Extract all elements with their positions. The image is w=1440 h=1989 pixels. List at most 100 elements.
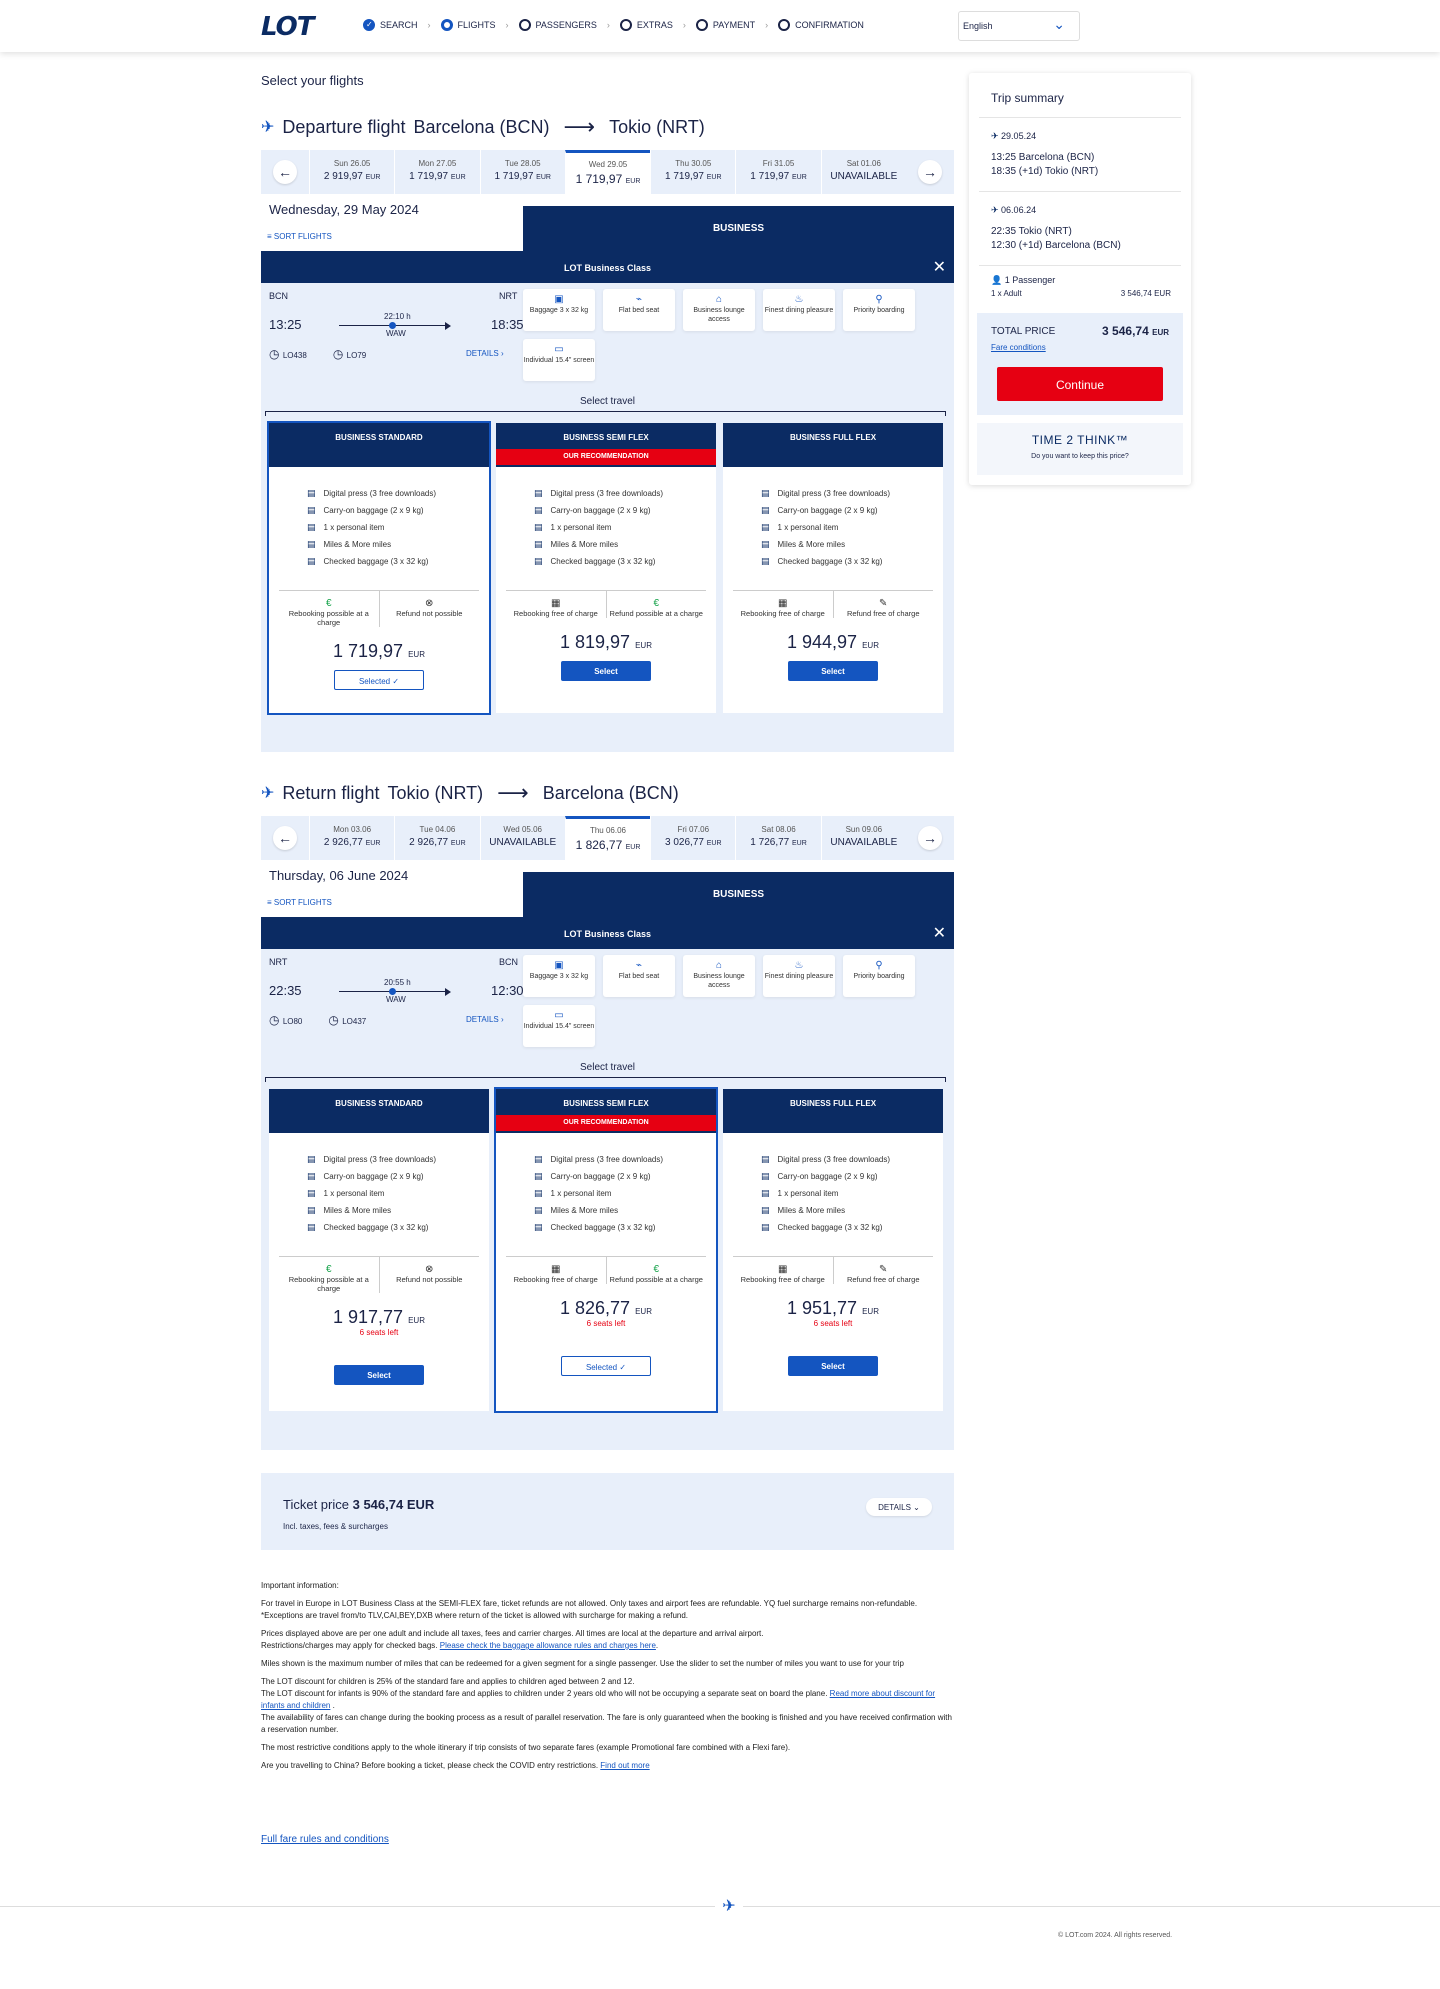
date-option[interactable]: Tue 28.05 1 719,97 EUR (479, 150, 565, 194)
flight-panel: NRTBCN 22:35 20:55 h WAW 12:30 LO80LO437… (261, 949, 954, 1450)
route-line (339, 322, 451, 330)
ticket-details-button[interactable]: DETAILS ⌄ (866, 1498, 932, 1516)
seats-left: 6 seats left (359, 1328, 399, 1337)
plane-landing-icon: ✈ (261, 785, 275, 802)
next-dates-button[interactable]: → (906, 816, 954, 860)
departure-section: ✈ Departure flight Barcelona (BCN) ⟶ Tokio (… (261, 112, 954, 752)
selected-date: Wednesday, 29 May 2024 (269, 202, 419, 217)
fare-features: Digital press (3 free downloads)Carry-on… (723, 467, 943, 570)
select-button[interactable]: Select (788, 1356, 878, 1376)
fare-card-full-flex[interactable]: BUSINESS FULL FLEX Digital press (3 free… (723, 1089, 943, 1411)
lot-logo[interactable]: LOT (261, 12, 314, 42)
prev-dates-button[interactable]: ← (261, 816, 309, 860)
fare-card-semi-flex[interactable]: BUSINESS SEMI FLEX OUR RECOMMENDATION Di… (494, 1087, 718, 1413)
cabin-header[interactable]: BUSINESS (523, 872, 954, 917)
date-option[interactable]: Fri 31.05 1 719,97 EUR (735, 150, 820, 194)
check-icon (363, 19, 375, 31)
step-circle-icon (695, 19, 708, 31)
close-icon[interactable]: ✕ (933, 923, 946, 943)
chevron-down-icon: ⌄ (1053, 16, 1065, 32)
flight-numbers: LO80LO437 (269, 1013, 366, 1027)
full-fare-rules-link[interactable]: Full fare rules and conditions (261, 1834, 389, 1845)
next-dates-button[interactable]: → (906, 150, 954, 194)
seats-left: 6 seats left (586, 1319, 626, 1328)
select-travel-label: Select travel (261, 396, 954, 416)
step-search[interactable]: SEARCH (363, 19, 418, 31)
fare-card-standard[interactable]: BUSINESS STANDARD Digital press (3 free … (269, 1089, 489, 1411)
stopover: WAW (386, 329, 406, 338)
selected-button[interactable]: Selected ✓ (334, 670, 424, 690)
total-price-box: TOTAL PRICE 3 546,74 EUR Fare conditions… (977, 313, 1183, 415)
feature-flat-bed: ⌁ Flat bed seat (603, 289, 675, 331)
date-option[interactable]: Sat 01.06 UNAVAILABLE (820, 150, 906, 194)
select-travel-label: Select travel (261, 1062, 954, 1082)
time2think-box[interactable]: TIME 2 THINK™ Do you want to keep this pr… (977, 423, 1183, 475)
details-link[interactable]: DETAILS › (466, 1015, 504, 1024)
baggage-icon: ▣ (554, 960, 564, 971)
calendar-icon: ▦ (778, 1264, 788, 1275)
date-option[interactable]: Tue 04.06 2 926,77 EUR (394, 816, 479, 860)
sort-flights-button[interactable]: ≡ SORT FLIGHTS (267, 898, 332, 907)
arrow-left-icon: ← (273, 826, 297, 850)
filter-icon: ≡ (267, 232, 274, 241)
fare-conditions-link[interactable]: Fare conditions (991, 343, 1046, 352)
feature-screen: ▭ Individual 15.4" screen (523, 1005, 595, 1047)
select-button[interactable]: Select (788, 661, 878, 681)
covid-link[interactable]: Find out more (600, 1761, 649, 1770)
step-passengers: PASSENGERS (518, 19, 597, 31)
date-option-selected[interactable]: Wed 29.05 1 719,97 EUR (564, 150, 651, 194)
date-option[interactable]: Sat 08.06 1 726,77 EUR (735, 816, 820, 860)
filter-icon: ≡ (267, 898, 274, 907)
feature-lounge: ⌂ Business lounge access (683, 955, 755, 997)
details-link[interactable]: DETAILS › (466, 349, 504, 358)
priority-icon: ⚲ (875, 294, 883, 305)
calendar-icon: ▦ (778, 598, 788, 609)
date-option-selected[interactable]: Thu 06.06 1 826,77 EUR (564, 816, 651, 860)
bed-icon: ⌁ (635, 960, 643, 971)
date-option[interactable]: Fri 07.06 3 026,77 EUR (650, 816, 735, 860)
date-option[interactable]: Sun 09.06 UNAVAILABLE (820, 816, 906, 860)
pen-icon: ✎ (879, 598, 888, 609)
date-option[interactable]: Thu 30.05 1 719,97 EUR (650, 150, 735, 194)
arrival-time: 12:30 (491, 983, 524, 998)
summary-passengers: 👤 1 Passenger 1 x Adult 3 546,74 EUR (991, 275, 1171, 298)
route-line (339, 988, 451, 996)
screen-icon: ▭ (554, 344, 564, 355)
select-button[interactable]: Select (561, 661, 651, 681)
step-circle-icon (619, 19, 632, 31)
euro-icon: € (325, 1264, 332, 1275)
language-select[interactable]: English ⌄ (958, 11, 1080, 41)
selected-button[interactable]: Selected ✓ (561, 1356, 651, 1376)
sort-flights-button[interactable]: ≡ SORT FLIGHTS (267, 232, 332, 241)
fare-card-standard[interactable]: BUSINESS STANDARD Digital press (3 free … (267, 421, 491, 715)
prev-dates-button[interactable]: ← (261, 150, 309, 194)
plane-takeoff-icon: ✈ (261, 119, 275, 136)
fare-card-full-flex[interactable]: BUSINESS FULL FLEX Digital press (3 free… (723, 423, 943, 713)
flight-panel: BCNNRT 13:25 22:10 h WAW 18:35 LO438LO79… (261, 283, 954, 752)
user-icon: 👤 (991, 275, 1005, 285)
date-option[interactable]: Mon 03.06 2 926,77 EUR (309, 816, 394, 860)
date-option[interactable]: Mon 27.05 1 719,97 EUR (394, 150, 479, 194)
seats-left: 6 seats left (813, 1319, 853, 1328)
recommendation-badge: OUR RECOMMENDATION (496, 1115, 716, 1131)
date-option[interactable]: Wed 05.06 UNAVAILABLE (479, 816, 565, 860)
feature-flat-bed: ⌁ Flat bed seat (603, 955, 675, 997)
step-flights: FLIGHTS (440, 19, 496, 31)
step-extras: EXTRAS (619, 19, 673, 31)
duration: 22:10 h (384, 312, 411, 321)
select-button[interactable]: Select (334, 1365, 424, 1385)
date-option[interactable]: Sun 26.05 2 919,97 EUR (309, 150, 394, 194)
fare-card-semi-flex[interactable]: BUSINESS SEMI FLEX OUR RECOMMENDATION Di… (496, 423, 716, 713)
continue-button[interactable]: Continue (997, 367, 1163, 401)
summary-outbound: 29.05.2413:25 Barcelona (BCN)18:35 (+1d)… (991, 129, 1098, 179)
bed-icon: ⌁ (635, 294, 643, 305)
step-confirmation: CONFIRMATION (778, 19, 864, 31)
fare-features: Digital press (3 free downloads)Carry-on… (496, 467, 716, 570)
baggage-rules-link[interactable]: Please check the baggage allowance rules… (440, 1641, 656, 1650)
step-payment: PAYMENT (695, 19, 755, 31)
arrow-right-icon: → (917, 826, 942, 850)
close-icon[interactable]: ✕ (933, 257, 946, 277)
departure-time: 13:25 (269, 317, 302, 332)
important-information: Important information: For travel in Eur… (261, 1581, 952, 1770)
cabin-header[interactable]: BUSINESS (523, 206, 954, 251)
